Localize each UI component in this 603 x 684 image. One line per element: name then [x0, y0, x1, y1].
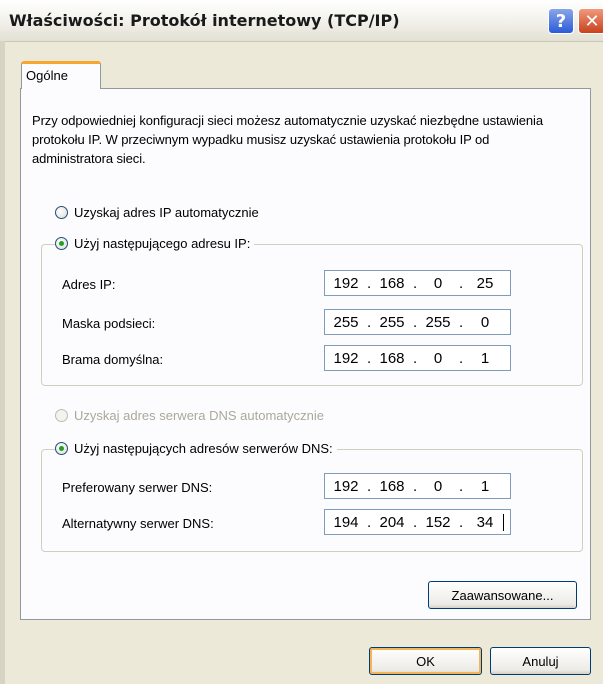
radio-dns-auto[interactable]: Uzyskaj adres serwera DNS automatycznie: [55, 408, 328, 423]
help-button[interactable]: ?: [548, 8, 574, 34]
octet: 152: [425, 514, 451, 531]
octet: 194: [333, 514, 359, 531]
radio-ip-manual-indicator[interactable]: [55, 237, 68, 250]
octet-separator: .: [413, 275, 418, 292]
text-caret: [503, 514, 504, 531]
octet: 25: [476, 275, 494, 292]
radio-dns-manual-indicator[interactable]: [55, 442, 68, 455]
octet-separator: .: [459, 314, 464, 331]
octet: 1: [480, 350, 490, 367]
close-button[interactable]: ✕: [578, 8, 603, 34]
radio-dns-manual[interactable]: Użyj następujących adresów serwerów DNS:: [55, 441, 337, 456]
octet: 255: [379, 314, 405, 331]
alternate-dns-field[interactable]: 194 . 204 . 152 . 34: [324, 509, 511, 535]
default-gateway-label: Brama domyślna:: [62, 352, 164, 367]
preferred-dns-field[interactable]: 192 . 168 . 0 . 1: [324, 473, 511, 499]
octet: 192: [333, 350, 359, 367]
octet-separator: .: [459, 514, 464, 531]
radio-ip-manual-label: Użyj następującego adresu IP:: [74, 236, 251, 251]
dns-groupbox: [41, 449, 583, 552]
close-icon: ✕: [584, 10, 600, 32]
octet: 0: [433, 275, 443, 292]
octet-separator: .: [367, 514, 372, 531]
octet: 0: [433, 350, 443, 367]
radio-dns-auto-label: Uzyskaj adres serwera DNS automatycznie: [74, 408, 324, 423]
radio-ip-auto[interactable]: Uzyskaj adres IP automatycznie: [55, 205, 263, 220]
octet: 168: [379, 350, 405, 367]
octet-separator: .: [459, 275, 464, 292]
octet-separator: .: [367, 314, 372, 331]
octet-separator: .: [413, 514, 418, 531]
ip-address-field[interactable]: 192 . 168 . 0 . 25: [324, 270, 511, 296]
octet: 34: [476, 514, 494, 531]
alternate-dns-label: Alternatywny serwer DNS:: [62, 516, 214, 531]
subnet-mask-field[interactable]: 255 . 255 . 255 . 0: [324, 309, 511, 335]
octet: 168: [379, 478, 405, 495]
octet-separator: .: [459, 478, 464, 495]
octet-separator: .: [459, 350, 464, 367]
octet-separator: .: [413, 478, 418, 495]
intro-text: Przy odpowiedniej konfiguracji sieci moż…: [32, 113, 543, 166]
tab-general-label: Ogólne: [26, 68, 68, 83]
octet-separator: .: [413, 350, 418, 367]
window-title: Właściwości: Protokół internetowy (TCP/I…: [9, 11, 400, 30]
ip-address-label: Adres IP:: [62, 277, 116, 292]
cancel-button[interactable]: Anuluj: [490, 647, 591, 675]
radio-dns-auto-indicator[interactable]: [55, 409, 68, 422]
advanced-button[interactable]: Zaawansowane...: [428, 581, 577, 609]
title-bar[interactable]: Właściwości: Protokół internetowy (TCP/I…: [0, 0, 603, 42]
preferred-dns-label: Preferowany serwer DNS:: [62, 480, 213, 495]
octet-separator: .: [413, 314, 418, 331]
octet-separator: .: [367, 350, 372, 367]
tab-general[interactable]: Ogólne: [21, 61, 101, 89]
octet: 1: [480, 478, 490, 495]
octet: 0: [433, 478, 443, 495]
octet: 0: [480, 314, 490, 331]
octet: 255: [425, 314, 451, 331]
default-gateway-field[interactable]: 192 . 168 . 0 . 1: [324, 345, 511, 371]
subnet-mask-label: Maska podsieci:: [62, 316, 156, 331]
radio-ip-auto-indicator[interactable]: [55, 206, 68, 219]
octet: 255: [333, 314, 359, 331]
window-frame: [0, 41, 5, 684]
octet-separator: .: [367, 478, 372, 495]
radio-ip-auto-label: Uzyskaj adres IP automatycznie: [74, 205, 259, 220]
radio-ip-manual[interactable]: Użyj następującego adresu IP:: [55, 236, 255, 251]
radio-dns-manual-label: Użyj następujących adresów serwerów DNS:: [74, 441, 333, 456]
octet: 192: [333, 478, 359, 495]
help-icon: ?: [555, 10, 567, 32]
ok-button[interactable]: OK: [369, 647, 482, 675]
octet: 168: [379, 275, 405, 292]
octet: 192: [333, 275, 359, 292]
octet: 204: [379, 514, 405, 531]
octet-separator: .: [367, 275, 372, 292]
